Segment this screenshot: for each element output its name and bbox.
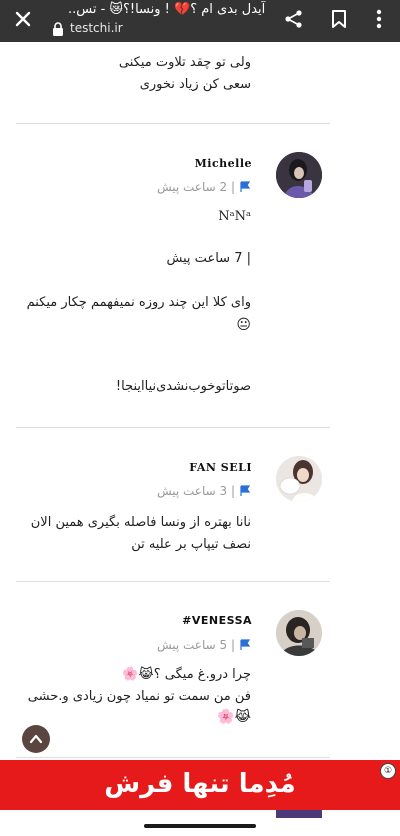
avatar[interactable] (276, 610, 322, 656)
ad-close-button[interactable]: ① (380, 763, 396, 779)
share-icon[interactable] (279, 4, 309, 34)
avatar-peek (276, 810, 322, 818)
comment-meta: | 5 ساعت پیش (157, 637, 251, 653)
browser-toolbar: آیدل بدی ام ؟💔 ! ونسا!؟😿 - تس.. testchi.… (0, 0, 400, 42)
comment-emoji: 😐 (236, 317, 251, 333)
comment-time: | 2 ساعت پیش (156, 180, 235, 194)
comment-text: NᵃNᵃ (218, 209, 251, 224)
comment-meta: | 3 ساعت پیش (157, 483, 251, 499)
home-gesture-handle[interactable] (144, 824, 256, 828)
flag-icon[interactable] (239, 181, 251, 193)
comment-text: نانا بهتره از ونسا فاصله بگیری همین الان (30, 515, 251, 530)
avatar[interactable] (276, 152, 322, 198)
comment-time: | 3 ساعت پیش (156, 484, 235, 498)
divider (16, 581, 330, 582)
divider (16, 427, 330, 428)
comment-text: وای کلا این چند روزه نمیفهمم چکار میکنم (26, 295, 251, 310)
comment-author[interactable]: #VENESSA (182, 614, 252, 627)
comment-text: فن من سمت تو نمیاد چون زیادی و.حشی (27, 689, 251, 704)
ad-text: مُدِما تنها فرش (104, 769, 296, 799)
ad-banner[interactable]: مُدِما تنها فرش (0, 760, 400, 810)
navigation-bar (0, 810, 400, 836)
comment-text: سعی کن زیاد نخوری (139, 77, 251, 92)
flag-icon[interactable] (239, 639, 251, 651)
comment-text: نصف تیپاپ بر علیه تن (131, 537, 251, 552)
comment-emoji: 😹🌸 (217, 709, 251, 725)
comment-author[interactable]: FAN SELI (189, 461, 252, 474)
more-vert-icon[interactable] (364, 4, 394, 34)
comment-text: | 7 ساعت پیش (166, 251, 251, 266)
comment-author[interactable]: Michelle (195, 157, 252, 170)
comment-meta: | 2 ساعت پیش (157, 179, 251, 195)
flag-icon[interactable] (239, 485, 251, 497)
page-title: آیدل بدی ام ؟💔 ! ونسا!؟😿 - تس.. (68, 2, 266, 17)
url-text[interactable]: testchi.ir (70, 20, 123, 36)
chevron-up-icon (29, 734, 43, 744)
comment-text: ولی تو چقد تلاوت میکنی (118, 55, 251, 70)
close-icon[interactable] (9, 5, 37, 33)
divider (16, 757, 330, 758)
bookmark-icon[interactable] (324, 4, 354, 34)
lock-icon (53, 22, 63, 36)
comment-time: | 5 ساعت پیش (156, 638, 235, 652)
comment-text: چرا درو.غ میگی ؟😹🌸 (122, 667, 251, 682)
comment-text: صوتاتوخوب‌نشدی‌نیااینجا! (115, 379, 251, 394)
divider (16, 123, 330, 124)
scroll-to-top-button[interactable] (22, 725, 50, 753)
avatar[interactable] (276, 456, 322, 502)
